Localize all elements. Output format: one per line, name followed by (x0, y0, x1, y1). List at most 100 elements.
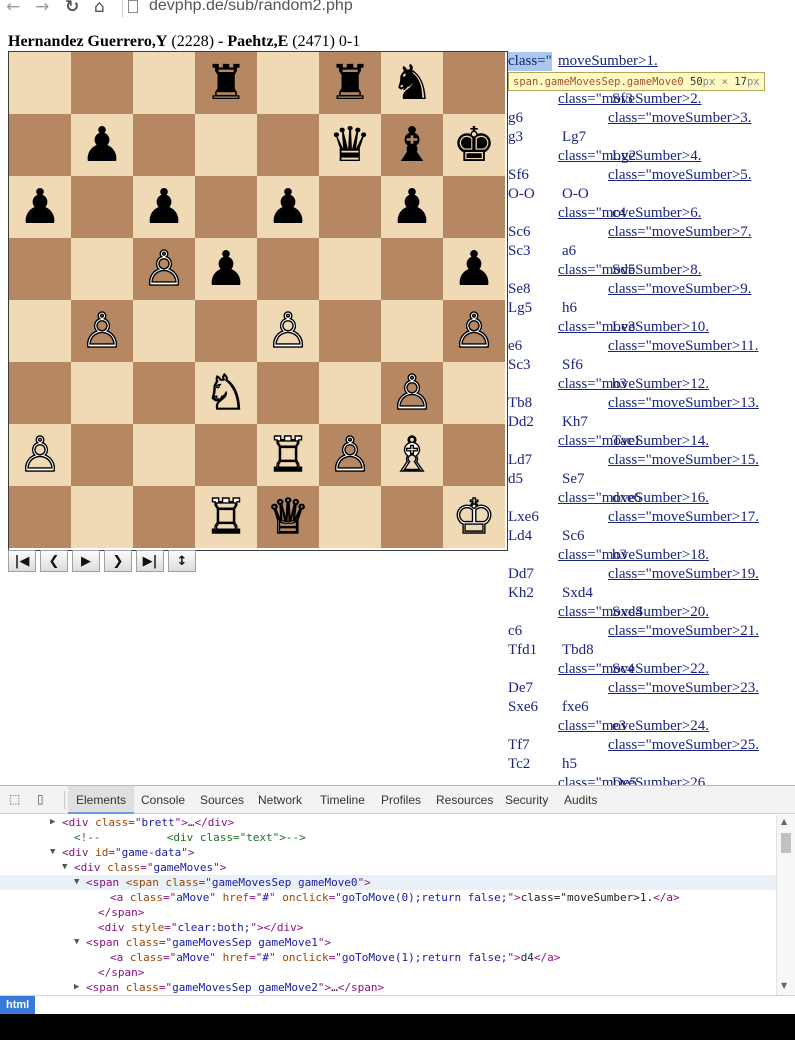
collapsed-triangle-icon[interactable]: ▶ (74, 980, 79, 995)
move-link[interactable]: c6 (508, 622, 522, 641)
square-b8[interactable] (71, 52, 133, 114)
move-number-link[interactable]: class="moveSumber>21. (608, 622, 759, 641)
reload-icon[interactable]: ↻ (65, 0, 79, 16)
black-rook-icon[interactable]: ♜ (328, 59, 371, 107)
inspect-element-icon[interactable]: ⬚ (9, 792, 23, 806)
white-king-icon[interactable]: ♔ (452, 492, 496, 541)
square-h6[interactable] (443, 176, 505, 238)
square-c6[interactable]: ♟ (133, 176, 195, 238)
square-d6[interactable] (195, 176, 257, 238)
move-link[interactable]: Sc3 (508, 242, 531, 261)
move-link[interactable]: Kh2 (508, 584, 534, 603)
square-e1[interactable]: ♕ (257, 486, 319, 548)
expanded-triangle-icon[interactable]: ▼ (50, 845, 55, 860)
move-number-link[interactable]: class="moveSumber>18. (558, 546, 709, 565)
white-queen-icon[interactable]: ♕ (266, 492, 310, 541)
move-link[interactable]: Tc2 (508, 755, 530, 774)
home-icon[interactable]: ⌂ (94, 0, 105, 16)
move-link[interactable]: Se7 (562, 470, 585, 489)
square-a2[interactable]: ♙ (9, 424, 71, 486)
move-link[interactable]: De5 (612, 774, 637, 785)
square-d8[interactable]: ♜ (195, 52, 257, 114)
breadcrumb-html[interactable]: html (0, 996, 36, 1015)
square-d5[interactable]: ♟ (195, 238, 257, 300)
square-h4[interactable]: ♙ (443, 300, 505, 362)
first-move-button[interactable]: |◀ (8, 550, 36, 572)
scroll-down-icon[interactable]: ▼ (781, 981, 787, 990)
square-d2[interactable] (195, 424, 257, 486)
square-e7[interactable] (257, 114, 319, 176)
play-button[interactable]: ▶ (72, 550, 100, 572)
tab-network[interactable]: Network (250, 786, 310, 814)
white-rook-icon[interactable]: ♖ (204, 492, 248, 541)
chess-board[interactable]: ♜ ♜ ♞ ♟ ♛ ♝ ♚ ♟ ♟ ♟ ♟ ♙ ♟ ♟ ♙ ♙ ♙ ♘ ♙ ♙ ♖ ♙ ♗ ♖ ♕ ♔ (8, 51, 508, 551)
black-pawn-icon[interactable]: ♟ (204, 245, 247, 293)
square-h1[interactable]: ♔ (443, 486, 505, 548)
move-number-link[interactable]: class="moveSumber>9. (608, 280, 751, 299)
next-move-button[interactable]: ❯ (104, 550, 132, 572)
prev-move-button[interactable]: ❮ (40, 550, 68, 572)
square-e3[interactable] (257, 362, 319, 424)
square-g7[interactable]: ♝ (381, 114, 443, 176)
move-link[interactable]: Sxe6 (508, 698, 538, 717)
dom-node-line[interactable]: ▶ <div class="brett">…</div> (0, 815, 776, 830)
address-bar[interactable]: devphp.de/sub/random2.php (122, 0, 794, 17)
expanded-triangle-icon[interactable]: ▼ (74, 935, 79, 950)
square-h2[interactable] (443, 424, 505, 486)
move-link[interactable]: dxe6 (612, 489, 641, 508)
move-number-link[interactable]: class="moveSumber>19. (608, 565, 759, 584)
move-number-link[interactable]: class="moveSumber>3. (608, 109, 751, 128)
move-number-link[interactable]: moveSumber>1. (558, 52, 658, 71)
square-b4[interactable]: ♙ (71, 300, 133, 362)
square-f6[interactable] (319, 176, 381, 238)
move-link[interactable]: Sd5 (612, 261, 635, 280)
white-knight-icon[interactable]: ♘ (204, 368, 248, 417)
white-pawn-icon[interactable]: ♙ (452, 306, 496, 355)
move-link[interactable]: Tfd1 (508, 641, 537, 660)
move-link[interactable]: d5 (508, 470, 523, 489)
move-link[interactable]: Kh7 (562, 413, 588, 432)
move-number-link[interactable]: class="moveSumber>6. (558, 204, 701, 223)
move-link[interactable]: h6 (562, 299, 577, 318)
tab-audits[interactable]: Audits (556, 786, 605, 814)
tab-profiles[interactable]: Profiles (373, 786, 429, 814)
square-g8[interactable]: ♞ (381, 52, 443, 114)
square-a5[interactable] (9, 238, 71, 300)
square-a8[interactable] (9, 52, 71, 114)
dom-node-line[interactable]: ▶ <span class="gameMovesSep gameMove2">…<… (0, 980, 776, 995)
tab-timeline[interactable]: Timeline (312, 786, 373, 814)
dom-node-line[interactable]: ▼ <span class="gameMovesSep gameMove1"> (0, 935, 776, 950)
square-d4[interactable] (195, 300, 257, 362)
dom-node-line[interactable]: ▼ <span <span class="gameMovesSep gameMov… (0, 875, 776, 890)
black-pawn-icon[interactable]: ♟ (390, 183, 433, 231)
square-h8[interactable] (443, 52, 505, 114)
square-a4[interactable] (9, 300, 71, 362)
move-link[interactable]: Tf7 (508, 736, 530, 755)
move-link[interactable]: Sc6 (508, 223, 531, 242)
move-link[interactable]: Tb8 (508, 394, 532, 413)
dom-node-line[interactable]: <div style="clear:both;"></div> (0, 920, 776, 935)
black-pawn-icon[interactable]: ♟ (18, 183, 61, 231)
square-g2[interactable]: ♗ (381, 424, 443, 486)
square-f5[interactable] (319, 238, 381, 300)
square-f8[interactable]: ♜ (319, 52, 381, 114)
move-number-link[interactable]: class="moveSumber>11. (608, 337, 758, 356)
square-c1[interactable] (133, 486, 195, 548)
move-link[interactable]: g6 (508, 109, 523, 128)
move-link[interactable]: h3 (612, 375, 627, 394)
collapsed-triangle-icon[interactable]: ▶ (50, 815, 55, 830)
tab-console[interactable]: Console (133, 786, 193, 814)
move-link[interactable]: Sxd4 (562, 584, 593, 603)
white-pawn-icon[interactable]: ♙ (390, 368, 434, 417)
square-a7[interactable] (9, 114, 71, 176)
square-g5[interactable] (381, 238, 443, 300)
move-number-link[interactable]: class="moveSumber>25. (608, 736, 759, 755)
highlighted-move-span[interactable]: class=" (508, 52, 552, 71)
move-number-link[interactable]: class="moveSumber>12. (558, 375, 709, 394)
expanded-triangle-icon[interactable]: ▼ (62, 860, 67, 875)
dom-node-line[interactable]: ▼ <div id="game-data"> (0, 845, 776, 860)
move-link[interactable]: Dd2 (508, 413, 534, 432)
move-link[interactable]: Tac1 (612, 432, 641, 451)
white-rook-icon[interactable]: ♖ (266, 430, 310, 479)
move-link[interactable]: a6 (562, 242, 576, 261)
